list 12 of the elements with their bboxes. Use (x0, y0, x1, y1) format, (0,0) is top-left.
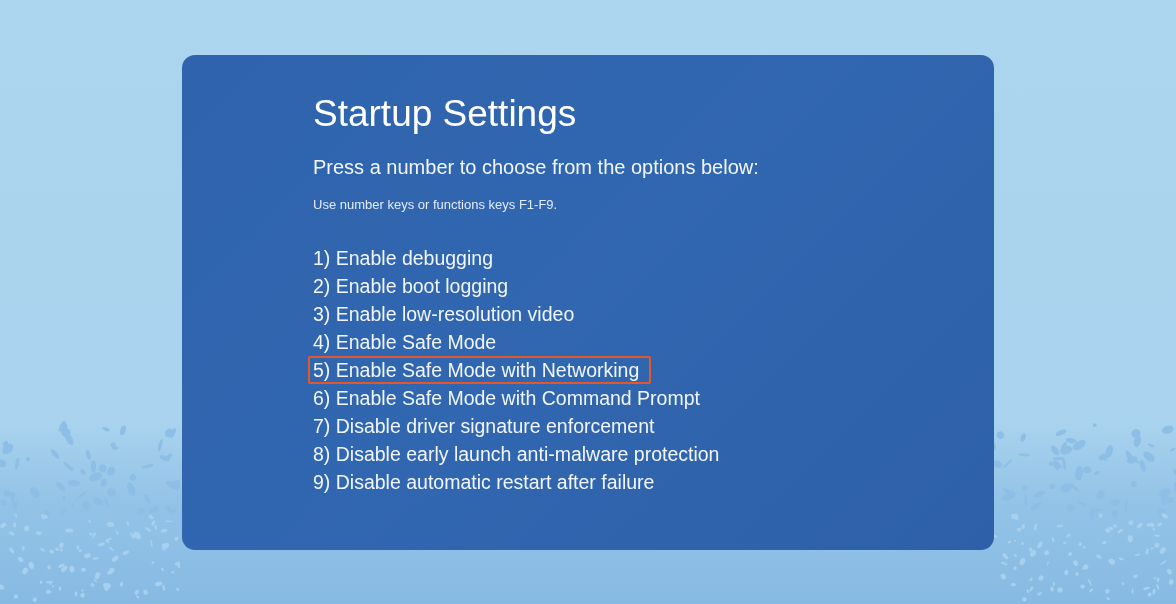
option-text: 5) Enable Safe Mode with Networking (308, 356, 652, 384)
option-text: 6) Enable Safe Mode with Command Prompt (312, 386, 701, 411)
option-text: 2) Enable boot logging (312, 274, 510, 299)
screen-title: Startup Settings (313, 92, 577, 136)
option-text: 3) Enable low-resolution video (312, 302, 576, 327)
option-text: 8) Disable early launch anti-malware protection (312, 442, 721, 467)
instruction-text: Press a number to choose from the options below: (313, 155, 759, 180)
option-text: 7) Disable driver signature enforcement (312, 414, 656, 439)
option-text: 4) Enable Safe Mode (312, 330, 498, 355)
option-text: 9) Disable automatic restart after failure (312, 470, 656, 495)
option-text: 1) Enable debugging (312, 246, 494, 271)
hint-text: Use number keys or functions keys F1-F9. (313, 196, 558, 214)
